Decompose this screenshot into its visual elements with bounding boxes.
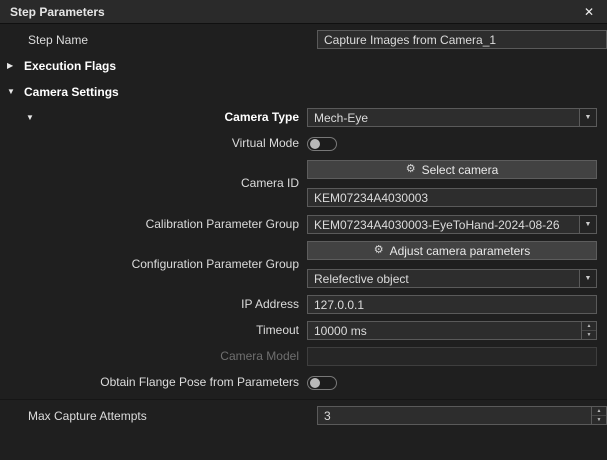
select-camera-button[interactable]: ⚙ Select camera — [307, 160, 597, 179]
close-icon[interactable]: ✕ — [581, 5, 597, 19]
gear-icon: ⚙ — [373, 244, 384, 256]
spin-up-icon[interactable]: ▲ — [582, 322, 596, 331]
spin-down-icon[interactable]: ▼ — [582, 331, 596, 339]
panel-title: Step Parameters — [10, 4, 105, 19]
obtain-flange-toggle[interactable] — [307, 375, 337, 390]
step-name-input[interactable] — [317, 30, 607, 49]
step-name-label: Step Name — [28, 32, 89, 47]
chevron-right-icon[interactable]: ▶ — [7, 61, 17, 70]
virtual-mode-row: Virtual Mode — [0, 134, 607, 153]
toggle-knob — [310, 377, 320, 388]
spin-down-icon[interactable]: ▼ — [592, 416, 606, 424]
camera-id-group: Camera ID ⚙ Select camera — [0, 160, 607, 207]
step-name-row: Step Name — [0, 30, 607, 49]
camera-id-input[interactable] — [307, 188, 597, 207]
chevron-down-icon: ▼ — [579, 270, 596, 287]
toggle-knob — [310, 138, 320, 149]
section-camera-settings[interactable]: ▼ Camera Settings — [0, 82, 607, 101]
virtual-mode-label: Virtual Mode — [231, 136, 299, 150]
camera-type-label: ▼ Camera Type — [0, 108, 299, 127]
virtual-mode-toggle[interactable] — [307, 136, 337, 151]
section-execution-flags[interactable]: ▶ Execution Flags — [0, 56, 607, 75]
titlebar: Step Parameters ✕ — [0, 0, 607, 24]
calibration-group-row: Calibration Parameter Group KEM07234A403… — [0, 215, 607, 234]
spin-up-icon[interactable]: ▲ — [592, 407, 606, 416]
timeout-row: Timeout ▲ ▼ — [0, 321, 607, 340]
calibration-group-dropdown[interactable]: KEM07234A4030003-EyeToHand-2024-08-26 ▼ — [307, 215, 597, 234]
chevron-down-icon[interactable]: ▼ — [26, 108, 34, 127]
camera-type-value: Mech-Eye — [314, 110, 369, 125]
chevron-down-icon: ▼ — [579, 109, 596, 126]
camera-model-input — [307, 347, 597, 366]
adjust-camera-parameters-button[interactable]: ⚙ Adjust camera parameters — [307, 241, 597, 260]
max-capture-attempts-input[interactable] — [318, 407, 591, 424]
max-capture-attempts-spinner: ▲ ▼ — [317, 406, 607, 425]
select-camera-button-label: Select camera — [421, 162, 499, 177]
calibration-group-label: Calibration Parameter Group — [145, 217, 299, 231]
camera-id-label: Camera ID — [240, 176, 299, 190]
chevron-down-icon: ▼ — [579, 216, 596, 233]
configuration-group-label: Configuration Parameter Group — [131, 257, 299, 271]
configuration-group-dropdown[interactable]: Relefective object ▼ — [307, 269, 597, 288]
camera-settings-label: Camera Settings — [24, 84, 119, 99]
camera-type-label-text: Camera Type — [224, 110, 299, 124]
max-capture-attempts-row: Max Capture Attempts ▲ ▼ — [0, 399, 607, 425]
camera-type-dropdown[interactable]: Mech-Eye ▼ — [307, 108, 597, 127]
max-capture-attempts-label: Max Capture Attempts — [28, 408, 147, 423]
calibration-group-value: KEM07234A4030003-EyeToHand-2024-08-26 — [314, 217, 560, 232]
ip-address-label: IP Address — [241, 297, 299, 311]
camera-model-label: Camera Model — [220, 349, 299, 363]
chevron-down-icon[interactable]: ▼ — [7, 87, 17, 96]
ip-address-input[interactable] — [307, 295, 597, 314]
timeout-label: Timeout — [256, 323, 299, 337]
configuration-group: Configuration Parameter Group ⚙ Adjust c… — [0, 241, 607, 288]
obtain-flange-row: Obtain Flange Pose from Parameters — [0, 373, 607, 392]
execution-flags-label: Execution Flags — [24, 58, 117, 73]
camera-type-row: ▼ Camera Type Mech-Eye ▼ — [0, 108, 607, 127]
gear-icon: ⚙ — [405, 163, 416, 175]
timeout-spinner: ▲ ▼ — [307, 321, 597, 340]
step-parameters-panel: Step Parameters ✕ Step Name ▶ Execution … — [0, 0, 607, 460]
adjust-camera-parameters-label: Adjust camera parameters — [389, 243, 531, 258]
panel-body: Step Name ▶ Execution Flags ▼ Camera Set… — [0, 24, 607, 460]
timeout-input[interactable] — [308, 322, 581, 339]
ip-address-row: IP Address — [0, 295, 607, 314]
configuration-group-value: Relefective object — [314, 271, 409, 286]
camera-model-row: Camera Model — [0, 347, 607, 366]
obtain-flange-label: Obtain Flange Pose from Parameters — [100, 375, 299, 389]
